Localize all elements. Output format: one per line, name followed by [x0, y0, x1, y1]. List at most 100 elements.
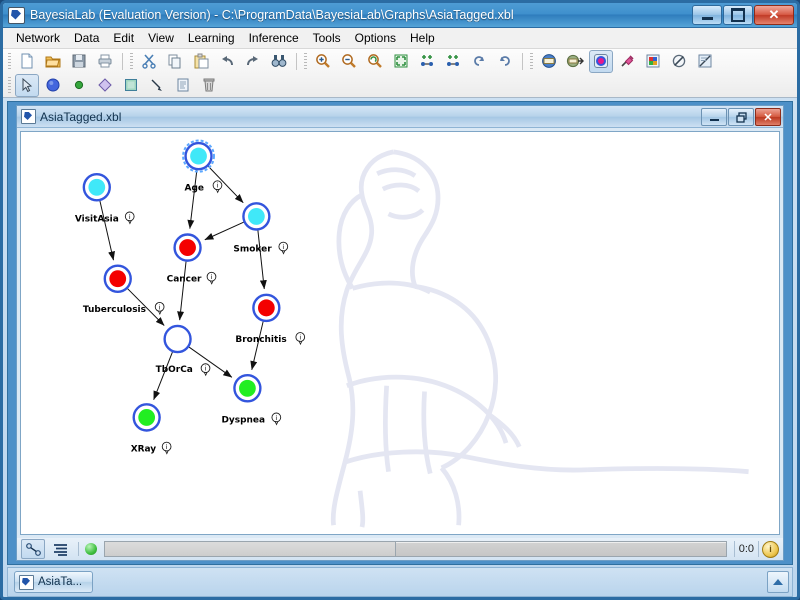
graph-node-smoker[interactable]: [242, 202, 271, 231]
monitor-panel-toggle[interactable]: [48, 539, 72, 559]
node-info-icon-dyspnea[interactable]: i: [271, 412, 282, 426]
color-palette-button[interactable]: [641, 50, 665, 73]
toolbar-grip[interactable]: [304, 52, 307, 70]
report-button[interactable]: [693, 50, 717, 73]
menu-item-view[interactable]: View: [141, 29, 181, 47]
graph-node-xray[interactable]: [132, 403, 161, 432]
add-utility-node-button[interactable]: [119, 74, 143, 97]
target-node-button[interactable]: [589, 49, 613, 73]
node-info-icon-cancer[interactable]: i: [206, 271, 217, 285]
evidence-slider[interactable]: [104, 541, 727, 557]
find-button[interactable]: [267, 50, 291, 73]
restore-icon: [735, 111, 747, 123]
graph-edge-age-to-cancer[interactable]: [187, 170, 198, 230]
fit-to-window-button[interactable]: [389, 50, 413, 73]
taskbar-item-asiatagged[interactable]: AsiaTa...: [14, 571, 94, 593]
toolbar-grip[interactable]: [8, 52, 11, 70]
bayesian-network-graph[interactable]: Age i VisitAsia i Smoker i Cancer i Tuberculosis…: [21, 132, 779, 534]
slider-thumb[interactable]: [105, 542, 396, 556]
redo-button[interactable]: [241, 50, 265, 73]
rotate-left-button[interactable]: [467, 50, 491, 73]
delete-button[interactable]: [197, 74, 221, 97]
menu-item-tools[interactable]: Tools: [306, 29, 348, 47]
node-info-icon-xray[interactable]: i: [161, 441, 172, 455]
graph-node-cancer[interactable]: [173, 233, 202, 262]
taskbar-scroll-up-button[interactable]: [767, 571, 789, 593]
graph-edge-tborca-to-dyspnea[interactable]: [188, 346, 233, 378]
arc-view-toggle[interactable]: [21, 539, 45, 559]
status-separator: [78, 542, 79, 556]
child-window-title: AsiaTagged.xbl: [40, 109, 122, 124]
menu-item-network[interactable]: Network: [9, 29, 67, 47]
select-tool-button[interactable]: [15, 73, 39, 97]
new-document-button[interactable]: [15, 50, 39, 73]
zoom-in-button[interactable]: [311, 50, 335, 73]
graph-document-icon: [19, 574, 34, 590]
zoom-out-button[interactable]: [337, 50, 361, 73]
graph-node-bronchitis[interactable]: [252, 293, 281, 323]
graph-edge-visitasia-to-tuberculosis[interactable]: [99, 200, 115, 261]
graph-canvas[interactable]: Age i VisitAsia i Smoker i Cancer i Tuberculosis…: [20, 131, 780, 535]
info-badge-icon[interactable]: i: [762, 540, 779, 558]
graph-edge-tborca-to-xray[interactable]: [153, 351, 173, 401]
child-minimize-button[interactable]: [701, 108, 727, 126]
pin-button[interactable]: [615, 50, 639, 73]
graph-node-tuberculosis[interactable]: [103, 264, 132, 294]
child-window-controls: ✕: [701, 108, 781, 126]
undo-button[interactable]: [215, 50, 239, 73]
graph-node-dyspnea[interactable]: [233, 374, 262, 403]
rotate-right-button[interactable]: [493, 50, 517, 73]
add-arc-button[interactable]: [145, 74, 169, 97]
close-button[interactable]: ✕: [754, 5, 794, 25]
zoom-reset-button[interactable]: [363, 50, 387, 73]
graph-node-age[interactable]: [182, 139, 215, 173]
node-label-tuberculosis: Tuberculosis: [83, 305, 146, 315]
align-horizontal-button[interactable]: [415, 50, 439, 73]
node-label-age: Age: [185, 183, 204, 193]
menu-item-edit[interactable]: Edit: [106, 29, 141, 47]
graph-node-tborca[interactable]: [163, 324, 192, 354]
node-info-icon-tuberculosis[interactable]: i: [154, 301, 165, 315]
maximize-button[interactable]: [723, 5, 753, 25]
open-folder-button[interactable]: [41, 50, 65, 73]
graph-edge-cancer-to-tborca[interactable]: [177, 261, 187, 321]
child-restore-button[interactable]: [728, 108, 754, 126]
menu-item-data[interactable]: Data: [67, 29, 106, 47]
add-decision-node-button[interactable]: [93, 74, 117, 97]
menu-item-learning[interactable]: Learning: [181, 29, 242, 47]
node-info-icon-visitasia[interactable]: i: [124, 211, 135, 225]
node-info-icon-tborca[interactable]: i: [200, 363, 211, 377]
node-info-icon-bronchitis[interactable]: i: [295, 332, 306, 346]
toolbar-grip[interactable]: [8, 76, 11, 94]
graph-node-visitasia[interactable]: [82, 173, 111, 202]
menu-bar: Network Data Edit View Learning Inferenc…: [3, 28, 797, 49]
toolbar-grip[interactable]: [530, 52, 533, 70]
menu-item-help[interactable]: Help: [403, 29, 442, 47]
node-info-icon-smoker[interactable]: i: [278, 241, 289, 255]
align-vertical-button[interactable]: [441, 50, 465, 73]
graph-edge-bronchitis-to-dyspnea[interactable]: [250, 321, 264, 371]
toolbar-grip[interactable]: [130, 52, 133, 70]
validate-network-button[interactable]: [537, 50, 561, 73]
add-small-node-button[interactable]: [67, 74, 91, 97]
cut-button[interactable]: [137, 50, 161, 73]
add-comment-button[interactable]: [171, 74, 195, 97]
copy-button[interactable]: [163, 50, 187, 73]
child-title-bar: AsiaTagged.xbl ✕: [17, 106, 783, 128]
save-button[interactable]: [67, 50, 91, 73]
child-close-button[interactable]: ✕: [755, 108, 781, 126]
application-taskbar: AsiaTa...: [7, 567, 793, 597]
menu-item-inference[interactable]: Inference: [242, 29, 306, 47]
add-node-button[interactable]: [41, 74, 65, 97]
graph-edge-smoker-to-bronchitis[interactable]: [257, 230, 267, 290]
graph-edge-smoker-to-cancer[interactable]: [204, 221, 244, 241]
export-tag-button[interactable]: [563, 50, 587, 73]
node-state-fill: [248, 207, 265, 225]
node-info-icon-age[interactable]: i: [212, 180, 223, 194]
print-button[interactable]: [93, 50, 117, 73]
node-label-cancer: Cancer: [167, 275, 202, 285]
paste-button[interactable]: [189, 50, 213, 73]
hide-monitors-button[interactable]: [667, 50, 691, 73]
menu-item-options[interactable]: Options: [348, 29, 403, 47]
minimize-button[interactable]: [692, 5, 722, 25]
